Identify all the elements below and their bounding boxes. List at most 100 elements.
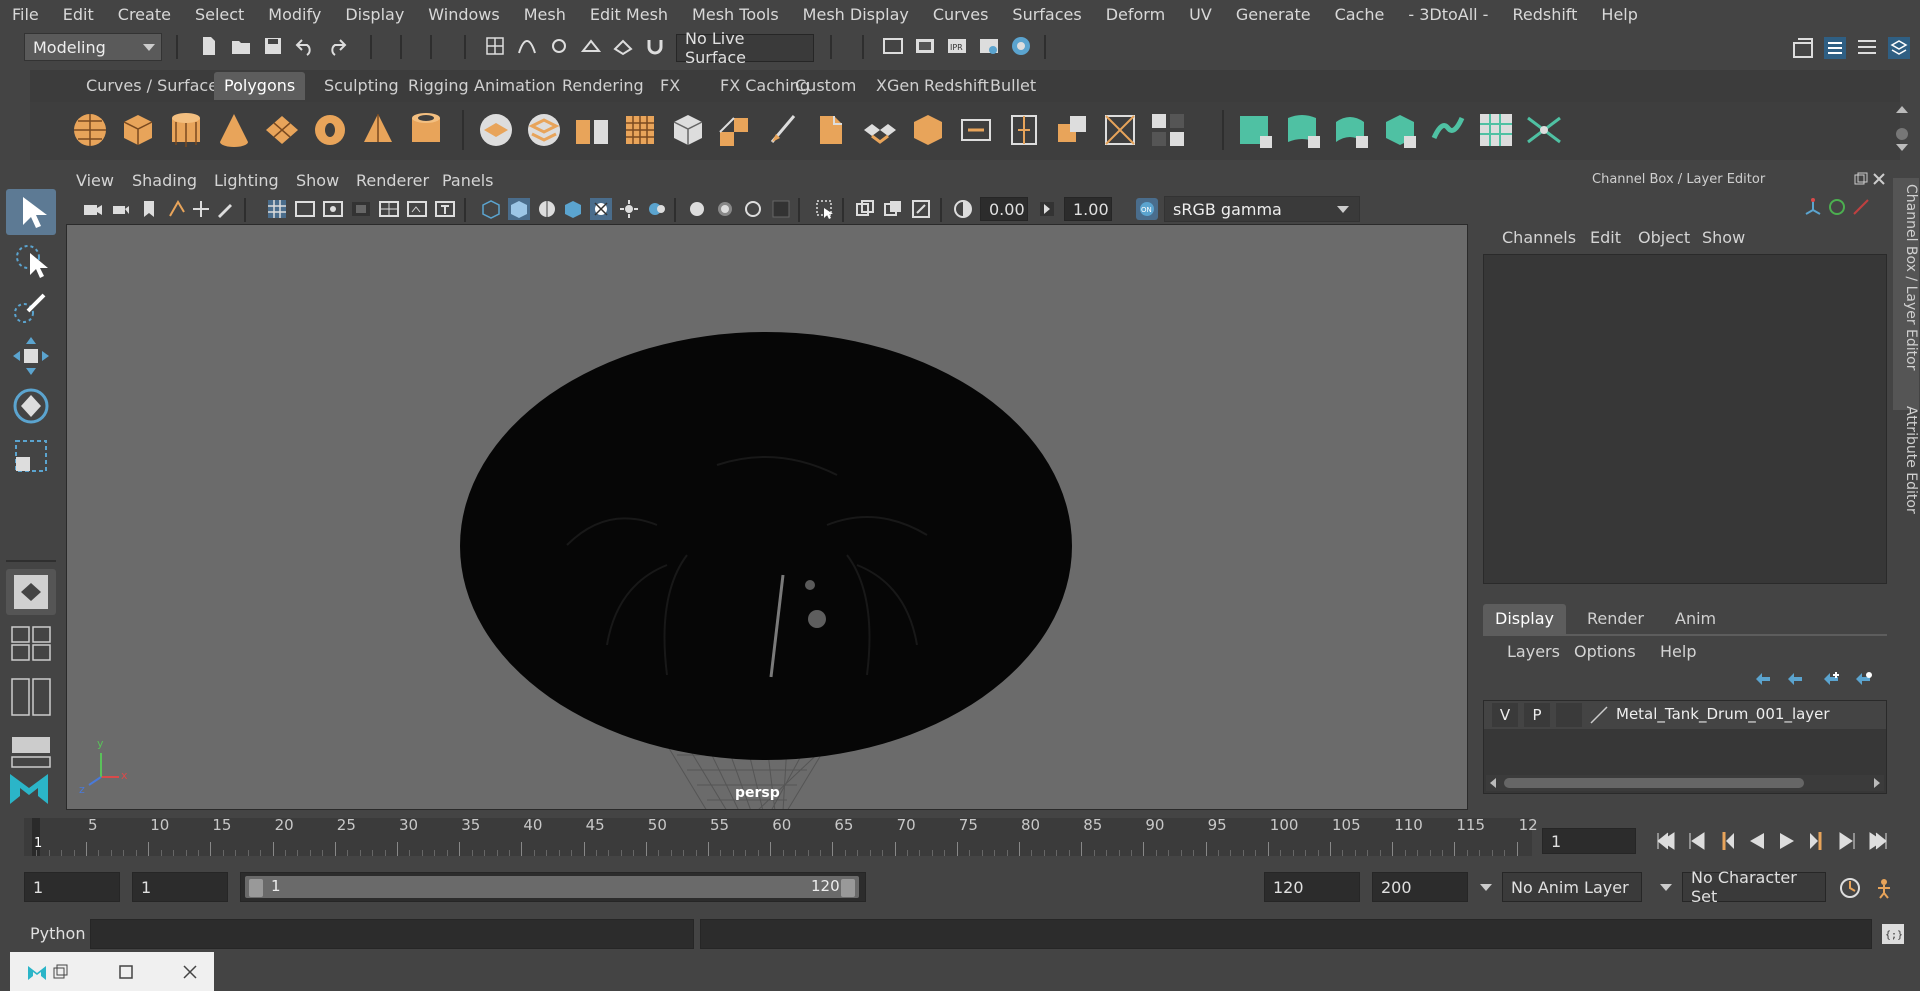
insert-edge-loop-icon[interactable] <box>908 110 948 150</box>
play-backwards-icon[interactable] <box>1746 830 1768 852</box>
layer-row[interactable]: V P Metal_Tank_Drum_001_layer <box>1484 701 1886 729</box>
tab-channel-box-layer-editor[interactable]: Channel Box / Layer Editor <box>1893 178 1919 410</box>
channel-list[interactable] <box>1483 254 1887 584</box>
layer-menu-layers[interactable]: Layers <box>1507 642 1560 661</box>
fill-hole-icon[interactable] <box>1052 110 1092 150</box>
undo-icon[interactable] <box>294 35 316 57</box>
anim-layer-field[interactable]: No Anim Layer <box>1502 872 1642 902</box>
layout-outliner-persp[interactable] <box>6 677 56 717</box>
render-frame-icon[interactable] <box>914 35 936 57</box>
uv-unfold-icon[interactable] <box>1428 110 1468 150</box>
film-gate-icon[interactable] <box>294 198 316 220</box>
channel-box-menu-edit[interactable]: Edit <box>1590 228 1621 247</box>
layout-single-pane[interactable] <box>6 569 56 615</box>
menu-redshift[interactable]: Redshift <box>1500 5 1589 24</box>
layer-tab-anim[interactable]: Anim <box>1663 604 1728 634</box>
channel-box-toggle-icon[interactable] <box>1886 35 1912 61</box>
float-panel-icon[interactable] <box>1854 172 1868 186</box>
layer-tab-display[interactable]: Display <box>1483 604 1566 634</box>
paint-select-tool[interactable] <box>6 285 56 331</box>
command-language-label[interactable]: Python <box>30 924 85 943</box>
screen-space-ao-icon[interactable] <box>646 198 668 220</box>
camera-icon[interactable] <box>82 198 104 220</box>
shelf-tab-polygons[interactable]: Polygons <box>214 72 306 100</box>
shelf-scroll[interactable] <box>1892 104 1912 154</box>
field-chart-icon[interactable] <box>378 198 400 220</box>
range-slider-handle[interactable] <box>245 876 859 898</box>
scale-tool[interactable] <box>6 433 56 479</box>
speed-icon[interactable] <box>1826 196 1848 218</box>
layout-four-panes[interactable] <box>6 623 56 663</box>
shelf-tab-bullet[interactable]: Bullet <box>980 72 1046 100</box>
menu-select[interactable]: Select <box>183 5 256 24</box>
snap-point-icon[interactable] <box>548 35 570 57</box>
viewport-menu-view[interactable]: View <box>76 171 114 190</box>
menu-3dtoall[interactable]: - 3DtoAll - <box>1396 5 1500 24</box>
layer-playback-toggle[interactable]: P <box>1524 703 1550 727</box>
menu-mesh-tools[interactable]: Mesh Tools <box>680 5 791 24</box>
resolution-gate-icon[interactable] <box>322 198 344 220</box>
smooth-shade-all-icon[interactable] <box>508 198 530 220</box>
menu-mesh-display[interactable]: Mesh Display <box>791 5 921 24</box>
menu-cache[interactable]: Cache <box>1323 5 1397 24</box>
step-back-frame-icon[interactable] <box>1716 830 1738 852</box>
menu-modify[interactable]: Modify <box>256 5 333 24</box>
layer-menu-help[interactable]: Help <box>1660 642 1696 661</box>
menu-windows[interactable]: Windows <box>416 5 511 24</box>
workspace-icon[interactable] <box>1790 35 1816 61</box>
scene-start-frame-field[interactable]: 1 <box>24 872 120 902</box>
move-layer-up-icon[interactable] <box>1752 670 1774 688</box>
tab-attribute-editor[interactable]: Attribute Editor <box>1893 400 1919 572</box>
manipulator-icon[interactable] <box>1802 196 1824 218</box>
exposure-icon[interactable] <box>952 198 974 220</box>
gamma-icon[interactable] <box>1036 198 1058 220</box>
safe-action-icon[interactable] <box>406 198 428 220</box>
save-scene-icon[interactable] <box>262 35 284 57</box>
move-tool[interactable] <box>6 333 56 379</box>
use-all-lights-icon[interactable] <box>590 198 612 220</box>
redo-icon[interactable] <box>326 35 348 57</box>
magnet-icon[interactable] <box>644 35 666 57</box>
hyperbolic-icon[interactable] <box>1850 196 1872 218</box>
range-slider[interactable]: 1 120 <box>240 872 866 902</box>
move-layer-down-icon[interactable] <box>1784 670 1806 688</box>
merge-icon[interactable] <box>956 110 996 150</box>
2d-pan-zoom-icon[interactable] <box>190 198 212 220</box>
exposure-field[interactable]: 0.00 <box>980 197 1028 221</box>
extrude-icon[interactable] <box>716 110 756 150</box>
playback-start-frame-field[interactable]: 1 <box>132 872 228 902</box>
render-settings-icon[interactable] <box>978 35 1000 57</box>
uv-planar-icon[interactable] <box>1236 110 1276 150</box>
layer-hscrollbar[interactable] <box>1486 775 1884 791</box>
shelf-tab-custom[interactable]: Custom <box>785 72 866 100</box>
uv-spherical-icon[interactable] <box>1332 110 1372 150</box>
script-editor-icon[interactable]: {;} <box>1880 922 1906 946</box>
channel-box-menu-object[interactable]: Object <box>1638 228 1690 247</box>
play-forwards-icon[interactable] <box>1776 830 1798 852</box>
uv-cylindrical-icon[interactable] <box>1284 110 1324 150</box>
grease-pencil-icon[interactable] <box>214 198 236 220</box>
gamma-field[interactable]: 1.00 <box>1064 197 1112 221</box>
separate-icon[interactable] <box>524 110 564 150</box>
menu-deform[interactable]: Deform <box>1094 5 1177 24</box>
uv-editor-icon[interactable] <box>1476 110 1516 150</box>
layer-menu-options[interactable]: Options <box>1574 642 1636 661</box>
lasso-tool[interactable] <box>6 237 56 283</box>
character-set-field[interactable]: No Character Set <box>1682 868 1826 906</box>
color-management-toggle-icon[interactable]: ON <box>1136 198 1158 220</box>
mirror-icon[interactable] <box>572 110 612 150</box>
current-frame-field[interactable]: 1 <box>1542 828 1636 854</box>
viewport-menu-lighting[interactable]: Lighting <box>214 171 279 190</box>
go-to-start-icon[interactable] <box>1654 830 1678 852</box>
menu-display[interactable]: Display <box>333 5 416 24</box>
menu-file[interactable]: File <box>0 5 51 24</box>
poly-torus-icon[interactable] <box>310 110 350 150</box>
attribute-editor-toggle-icon[interactable] <box>1854 35 1880 61</box>
menu-generate[interactable]: Generate <box>1224 5 1323 24</box>
poly-pyramid-icon[interactable] <box>358 110 398 150</box>
shelf-tab-rendering[interactable]: Rendering <box>552 72 654 100</box>
maximize-window-icon[interactable] <box>118 964 134 980</box>
ipr-render-icon[interactable]: IPR <box>946 35 968 57</box>
wireframe-icon[interactable] <box>480 198 502 220</box>
menu-help[interactable]: Help <box>1589 5 1649 24</box>
